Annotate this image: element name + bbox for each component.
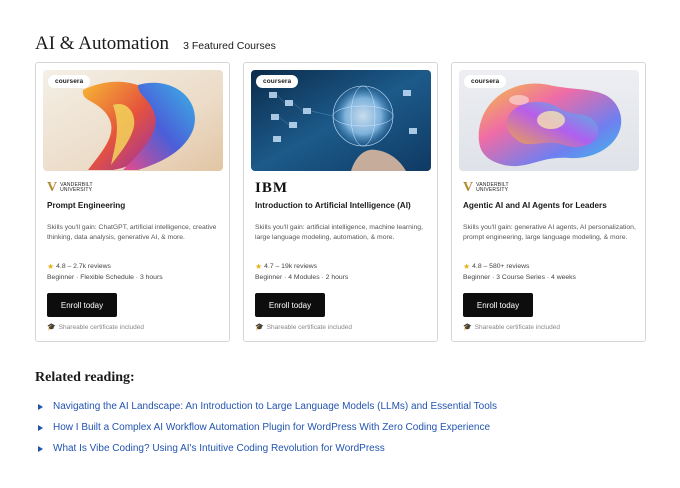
course-title[interactable]: Agentic AI and AI Agents for Leaders bbox=[463, 201, 639, 210]
bullet-triangle-icon bbox=[38, 403, 43, 410]
vanderbilt-logo: V VANDERBILT UNIVERSITY bbox=[463, 181, 509, 195]
rating-text: 4.8 – 580+ reviews bbox=[472, 263, 530, 270]
provider-badge: coursera bbox=[464, 75, 507, 88]
course-rating: ★ 4.8 – 580+ reviews bbox=[463, 262, 529, 271]
bullet-triangle-icon bbox=[38, 424, 43, 431]
related-item: What Is Vibe Coding? Using AI's Intuitiv… bbox=[38, 438, 497, 459]
rating-text: 4.8 – 2.7k reviews bbox=[56, 263, 111, 270]
star-icon: ★ bbox=[47, 262, 55, 271]
enroll-button[interactable]: Enroll today bbox=[255, 293, 325, 317]
course-rating: ★ 4.7 – 19k reviews bbox=[255, 262, 317, 271]
course-rating: ★ 4.8 – 2.7k reviews bbox=[47, 262, 111, 271]
related-link[interactable]: What Is Vibe Coding? Using AI's Intuitiv… bbox=[53, 443, 385, 454]
course-thumbnail[interactable]: coursera bbox=[459, 70, 639, 171]
vanderbilt-v-icon: V bbox=[47, 180, 58, 195]
star-icon: ★ bbox=[463, 262, 471, 271]
section-header: AI & Automation 3 Featured Courses bbox=[35, 33, 276, 55]
course-meta: Beginner · 3 Course Series · 4 weeks bbox=[463, 274, 576, 281]
vanderbilt-logo: V VANDERBILT UNIVERSITY bbox=[47, 181, 93, 195]
enroll-button[interactable]: Enroll today bbox=[463, 293, 533, 317]
certificate-text: Shareable certificate included bbox=[266, 323, 352, 331]
bullet-triangle-icon bbox=[38, 445, 43, 452]
graduation-cap-icon: 🎓 bbox=[255, 324, 264, 331]
related-reading-title: Related reading: bbox=[35, 370, 135, 385]
course-thumbnail[interactable]: coursera bbox=[251, 70, 431, 171]
course-card-prompt-engineering[interactable]: coursera V VANDERBILT UNIVERSITY Prompt … bbox=[35, 62, 230, 342]
course-meta: Beginner · Flexible Schedule · 3 hours bbox=[47, 274, 163, 281]
related-link[interactable]: How I Built a Complex AI Workflow Automa… bbox=[53, 422, 490, 433]
certificate-note: 🎓 Shareable certificate included bbox=[463, 323, 560, 332]
certificate-note: 🎓 Shareable certificate included bbox=[255, 323, 352, 332]
course-thumbnail[interactable]: coursera bbox=[43, 70, 223, 171]
certificate-text: Shareable certificate included bbox=[474, 323, 560, 331]
course-skills: Skills you'll gain: artificial intellige… bbox=[255, 224, 423, 242]
vanderbilt-v-icon: V bbox=[463, 180, 474, 195]
graduation-cap-icon: 🎓 bbox=[47, 324, 56, 331]
ibm-logo: IBM bbox=[255, 179, 288, 196]
related-link[interactable]: Navigating the AI Landscape: An Introduc… bbox=[53, 401, 497, 412]
course-title[interactable]: Introduction to Artificial Intelligence … bbox=[255, 201, 431, 210]
institution-line2: UNIVERSITY bbox=[60, 187, 93, 193]
course-skills: Skills you'll gain: ChatGPT, artificial … bbox=[47, 224, 217, 242]
certificate-note: 🎓 Shareable certificate included bbox=[47, 323, 144, 332]
enroll-button[interactable]: Enroll today bbox=[47, 293, 117, 317]
course-cards: coursera V VANDERBILT UNIVERSITY Prompt … bbox=[35, 62, 646, 342]
section-title: AI & Automation bbox=[35, 33, 170, 54]
related-reading-list: Navigating the AI Landscape: An Introduc… bbox=[38, 396, 497, 459]
graduation-cap-icon: 🎓 bbox=[463, 324, 472, 331]
star-icon: ★ bbox=[255, 262, 263, 271]
featured-count: 3 Featured Courses bbox=[183, 40, 276, 52]
course-skills: Skills you'll gain: generative AI agents… bbox=[463, 224, 636, 242]
course-meta: Beginner · 4 Modules · 2 hours bbox=[255, 274, 349, 281]
certificate-text: Shareable certificate included bbox=[58, 323, 144, 331]
course-title[interactable]: Prompt Engineering bbox=[47, 201, 223, 210]
institution-line2: UNIVERSITY bbox=[476, 187, 509, 193]
related-item: Navigating the AI Landscape: An Introduc… bbox=[38, 396, 497, 417]
course-card-agentic-ai[interactable]: coursera V VANDERBILT UNIVERSITY Agentic… bbox=[451, 62, 646, 342]
rating-text: 4.7 – 19k reviews bbox=[264, 263, 318, 270]
course-card-intro-ai[interactable]: coursera IBM Introduction to Artificial … bbox=[243, 62, 438, 342]
provider-badge: coursera bbox=[48, 75, 91, 88]
provider-badge: coursera bbox=[256, 75, 299, 88]
related-item: How I Built a Complex AI Workflow Automa… bbox=[38, 417, 497, 438]
institution-name: IBM bbox=[255, 179, 288, 196]
